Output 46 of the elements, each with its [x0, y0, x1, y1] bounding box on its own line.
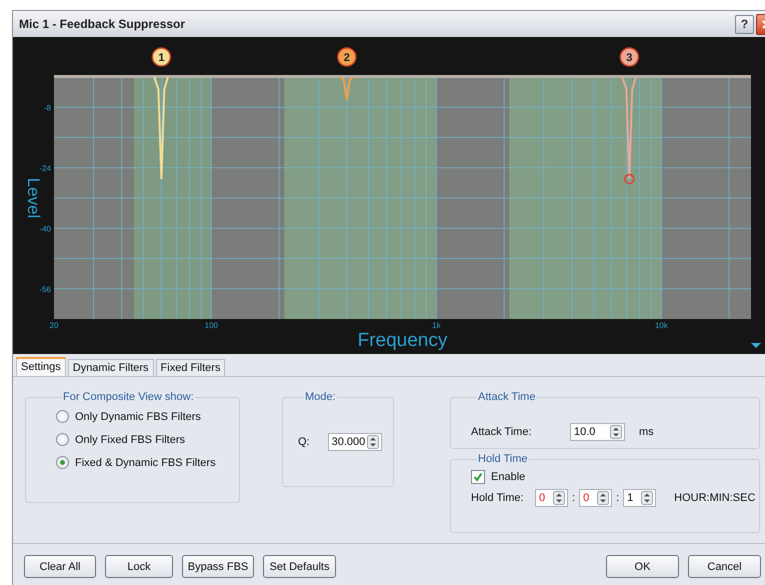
checkbox[interactable]	[471, 470, 485, 484]
radio-button[interactable]	[56, 456, 69, 469]
group-title: For Composite View show:	[62, 391, 195, 403]
radio-button[interactable]	[56, 433, 69, 446]
radio-button[interactable]	[56, 410, 69, 423]
filter-badge[interactable]: 1	[152, 47, 172, 67]
filter-handle[interactable]	[624, 174, 635, 184]
action-button[interactable]: Lock	[105, 555, 173, 578]
action-button[interactable]: Bypass FBS	[182, 555, 254, 578]
filter-badge[interactable]: 2	[337, 47, 357, 67]
field-label: Attack Time:	[471, 426, 533, 438]
dialog-button[interactable]: Cancel	[688, 555, 761, 578]
radio-label[interactable]: Fixed & Dynamic FBS Filters	[75, 456, 216, 468]
tick-label: 20	[50, 321, 58, 330]
tab[interactable]: Fixed Filters	[156, 359, 226, 376]
radio-label[interactable]: Only Dynamic FBS Filters	[75, 410, 201, 422]
tick-label: -24	[39, 164, 51, 173]
separator: :	[616, 492, 620, 504]
dialog-button[interactable]: OK	[606, 555, 679, 578]
tick-label: 1k	[432, 321, 441, 330]
collapse-icon[interactable]	[751, 343, 761, 348]
checkbox-label[interactable]: Enable	[491, 471, 526, 483]
group-title: Attack Time	[477, 391, 536, 403]
group-title: Hold Time	[477, 453, 529, 465]
radio-label[interactable]: Only Fixed FBS Filters	[75, 434, 186, 446]
window-title: Mic 1 - Feedback Suppressor	[19, 17, 186, 31]
help-button[interactable]: ?	[735, 14, 754, 34]
axis-title: Level	[24, 178, 43, 218]
filter-badge[interactable]: 3	[620, 47, 640, 67]
separator: :	[572, 492, 576, 504]
action-button[interactable]: Clear All	[24, 555, 96, 578]
tick-label: -40	[39, 224, 51, 234]
tick-label: 10k	[654, 321, 668, 330]
tick-label: -56	[39, 284, 51, 294]
group-title: Mode:	[304, 391, 337, 403]
action-button[interactable]: Set Defaults	[263, 555, 336, 578]
notch-curve	[339, 76, 354, 101]
unit-label: ms	[639, 426, 654, 438]
tab[interactable]: Dynamic Filters	[68, 359, 154, 376]
tick-label: 100	[204, 321, 218, 330]
unit-label: HOUR:MIN:SEC	[674, 492, 756, 504]
axis-title: Frequency	[358, 330, 448, 351]
field-label: Hold Time:	[471, 492, 525, 504]
field-label: Q:	[298, 436, 310, 448]
tab[interactable]: Settings	[16, 357, 66, 376]
tick-label: -8	[44, 103, 51, 112]
